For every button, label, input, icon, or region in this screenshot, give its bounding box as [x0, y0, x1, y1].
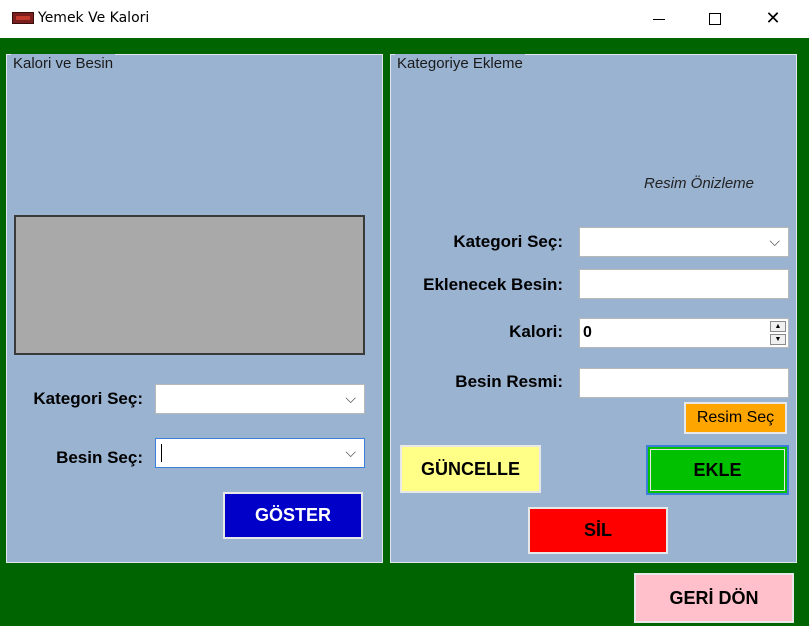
kalori-label: Kalori: [509, 322, 563, 341]
spin-down-icon[interactable]: ▼ [770, 334, 786, 345]
kategori-select[interactable]: ⌵ [579, 227, 789, 257]
resim-sec-button[interactable]: Resim Seç [684, 402, 787, 434]
focus-rect [650, 449, 785, 491]
title-bar: Yemek Ve Kalori ✕ [0, 0, 809, 38]
window-title: Yemek Ve Kalori [38, 10, 150, 26]
client-area: Kalori ve Besin Kategori Seç: ⌵ Besin Se… [0, 38, 809, 626]
group-caption-kalori-besin: Kalori ve Besin [11, 54, 116, 74]
minimize-icon [653, 19, 665, 20]
eklenecek-besin-label: Eklenecek Besin: [423, 275, 563, 294]
close-icon: ✕ [765, 8, 781, 29]
chevron-down-icon: ⌵ [345, 390, 356, 406]
chevron-down-icon: ⌵ [769, 233, 780, 249]
food-image-preview [14, 215, 365, 355]
eklenecek-besin-input[interactable] [579, 269, 789, 299]
image-preview-label: Resim Önizleme [644, 175, 755, 192]
kategoriye-ekleme-group: Kategoriye Ekleme Resim Önizleme Kategor… [390, 54, 797, 563]
goster-button[interactable]: GÖSTER [223, 492, 363, 539]
ekle-button[interactable]: EKLE [646, 445, 789, 495]
text-caret [161, 444, 162, 462]
besin-label: Besin Seç: [56, 448, 143, 467]
kalori-stepper[interactable]: 0 ▲ ▼ [579, 318, 789, 348]
app-icon [12, 12, 34, 24]
group-caption-kategoriye-ekleme: Kategoriye Ekleme [395, 54, 525, 74]
maximize-icon [709, 13, 721, 25]
guncelle-button[interactable]: GÜNCELLE [400, 445, 541, 493]
close-button[interactable]: ✕ [750, 0, 796, 38]
kategori-label: Kategori Seç: [33, 389, 143, 408]
minimize-button[interactable] [636, 0, 682, 38]
spin-up-icon[interactable]: ▲ [770, 321, 786, 332]
besin-resmi-label: Besin Resmi: [455, 372, 563, 391]
besin-select[interactable]: ⌵ [155, 438, 365, 468]
maximize-button[interactable] [692, 0, 738, 38]
kategori-label: Kategori Seç: [453, 232, 563, 251]
chevron-down-icon: ⌵ [345, 444, 356, 460]
kategori-select[interactable]: ⌵ [155, 384, 365, 414]
kalori-spinner: ▲ ▼ [770, 321, 786, 345]
sil-button[interactable]: SİL [528, 507, 668, 554]
besin-resmi-input[interactable] [579, 368, 789, 398]
kalori-besin-group: Kalori ve Besin Kategori Seç: ⌵ Besin Se… [6, 54, 383, 563]
geri-don-button[interactable]: GERİ DÖN [634, 573, 794, 623]
